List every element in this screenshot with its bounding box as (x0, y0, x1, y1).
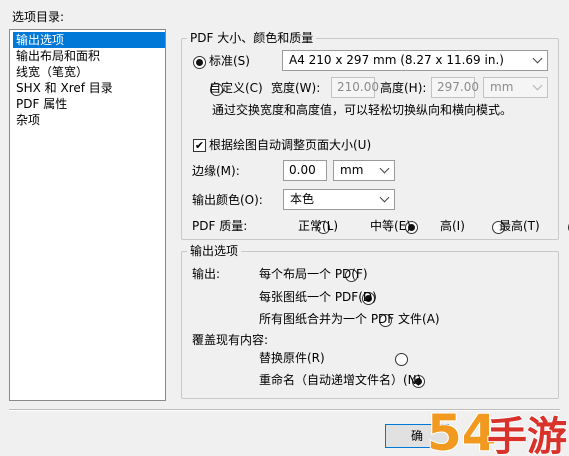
chevron-down-icon (379, 163, 390, 174)
quality-highest-label: 最高(T) (499, 219, 540, 233)
margin-input[interactable]: 0.00 (283, 160, 327, 181)
chevron-down-icon (532, 53, 543, 64)
quality-high-label: 高(I) (440, 219, 465, 233)
output-per-layout-label: 每个布局一个 PD(F) (259, 267, 368, 281)
nav-item-line-width[interactable]: 线宽（笔宽） (13, 64, 165, 80)
standard-size-label: 标准(S) (209, 54, 250, 68)
standard-size-value: A4 210 x 297 mm (8.27 x 11.69 in.) (289, 53, 504, 67)
output-per-sheet-label: 每张图纸一个 PDF(D) (259, 290, 377, 304)
options-directory-title: 选项目录: (12, 10, 65, 24)
width-input[interactable]: 210.00 (331, 77, 379, 98)
width-label: 宽度(W): (271, 81, 321, 95)
overwrite-rename-label: 重命名（自动递增文件名）(N) (259, 373, 422, 387)
nav-item-output-options[interactable]: 输出选项 (13, 32, 165, 48)
height-label: 高度(H): (380, 81, 427, 95)
overwrite-replace-label: 替换原件(R) (259, 351, 325, 365)
output-color-label: 输出颜色(O): (192, 193, 263, 207)
custom-unit-select[interactable]: mm (483, 77, 548, 98)
nav-item-pdf-properties[interactable]: PDF 属性 (13, 96, 165, 112)
output-label: 输出: (192, 267, 221, 281)
nav-item-output-layout-area[interactable]: 输出布局和面积 (13, 48, 165, 64)
pdf-quality-label: PDF 质量: (192, 219, 248, 233)
height-input[interactable]: 297.00 (431, 77, 479, 98)
standard-size-select[interactable]: A4 210 x 297 mm (8.27 x 11.69 in.) (282, 50, 548, 71)
output-options-title: 输出选项 (187, 244, 242, 258)
overwrite-label: 覆盖现有内容: (192, 333, 269, 347)
svg-text:手游网: 手游网 (487, 414, 569, 456)
nav-item-misc[interactable]: 杂项 (13, 112, 165, 128)
output-merge-all-label: 所有图纸合并为一个 PDF 文件(A) (259, 312, 440, 326)
chevron-down-icon (379, 192, 390, 203)
margin-unit-select[interactable]: mm (333, 160, 395, 181)
custom-size-label: 自定义(C) (209, 81, 263, 95)
swap-hint-text: 通过交换宽度和高度值，可以轻松切换纵向和横向模式。 (212, 103, 513, 117)
custom-unit-value: mm (490, 80, 514, 94)
output-color-value: 本色 (290, 192, 315, 206)
quality-normal-label: 正常(L) (298, 219, 339, 233)
options-directory-list[interactable]: 输出选项 输出布局和面积 线宽（笔宽） SHX 和 Xref 目录 PDF 属性… (9, 29, 166, 401)
chevron-down-icon (532, 80, 543, 91)
pdf-size-group-title: PDF 大小、颜色和质量 (187, 31, 317, 45)
watermark-logo: 54 手游网 (426, 403, 569, 456)
nav-item-shx-xref[interactable]: SHX 和 Xref 目录 (13, 80, 165, 96)
auto-fit-checkbox[interactable]: ✔ (193, 139, 206, 152)
margin-unit-value: mm (340, 163, 364, 177)
output-color-select[interactable]: 本色 (283, 189, 395, 210)
margin-label: 边缘(M): (192, 164, 240, 178)
standard-size-radio[interactable] (193, 56, 206, 69)
auto-fit-label: 根据绘图自动调整页面大小(U) (209, 138, 372, 152)
quality-medium-label: 中等(E) (370, 219, 411, 233)
